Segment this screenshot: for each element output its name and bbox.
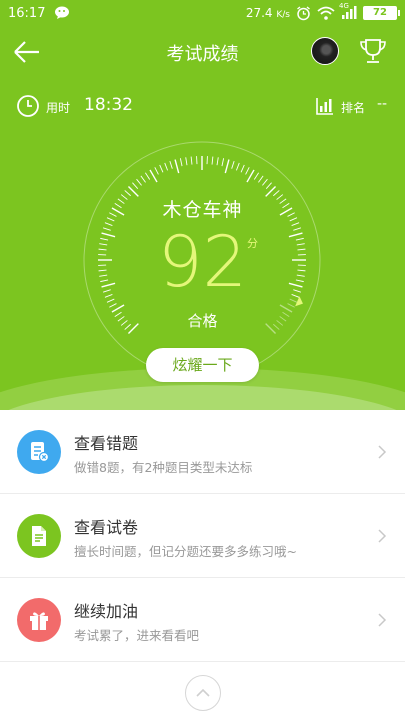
wrong-questions-icon <box>17 430 61 474</box>
gauge-tick <box>253 172 260 180</box>
gauge-tick <box>185 157 188 166</box>
item-title: 查看试卷 <box>74 518 139 537</box>
stats-row: 用时 18:32 排名 -- <box>0 88 405 124</box>
exam-paper-icon <box>17 514 61 558</box>
gauge-tick <box>262 178 268 186</box>
list-item-exam-paper[interactable]: 查看试卷 擅长时间题，但记分题还要多多练习哦~ <box>0 494 405 578</box>
chevron-right-icon <box>378 529 387 543</box>
gauge-tick <box>136 178 142 186</box>
item-subtitle: 考试累了，进来看看吧 <box>74 628 200 643</box>
gauge-tick <box>265 182 272 189</box>
gauge-tick <box>109 303 117 308</box>
bar-chart-icon <box>316 98 333 115</box>
list-item-wrong-questions[interactable]: 查看错题 做错8题，有2种题目类型未达标 <box>0 410 405 494</box>
gauge-tick <box>211 156 214 165</box>
list-item-keep-going[interactable]: 继续加油 考试累了，进来看看吧 <box>0 578 405 662</box>
status-time: 16:17 <box>8 5 46 21</box>
time-label: 用时 <box>46 101 71 115</box>
chevron-up-icon <box>196 688 210 697</box>
item-title: 查看错题 <box>74 434 139 453</box>
gauge-tick <box>164 162 169 171</box>
gift-icon <box>17 598 61 642</box>
gauge-tick <box>287 303 295 308</box>
gauge-tick <box>144 172 151 180</box>
gauge-tick <box>149 169 158 183</box>
network-speed: 27.4 <box>245 6 273 20</box>
avatar[interactable] <box>311 37 339 65</box>
pass-status: 合格 <box>187 312 218 330</box>
gauge-tick <box>140 175 146 183</box>
share-button[interactable]: 炫耀一下 <box>146 348 259 382</box>
gauge-tick <box>231 160 235 169</box>
gauge-tick <box>240 164 245 173</box>
gauge-tick <box>235 162 240 171</box>
rank-label: 排名 <box>341 101 366 115</box>
scroll-up-button[interactable] <box>185 675 221 711</box>
signal-icon: 4G <box>339 2 357 20</box>
score-value: 92 <box>157 221 248 303</box>
item-subtitle: 做错8题，有2种题目类型未达标 <box>74 460 253 475</box>
network-type: 4G <box>339 2 349 10</box>
gauge-tick <box>216 157 219 166</box>
gauge-tick <box>258 175 264 183</box>
action-list: 查看错题 做错8题，有2种题目类型未达标 查看试卷 擅长时间题，但记分题还要多多… <box>0 410 405 662</box>
chevron-right-icon <box>378 445 387 459</box>
gauge-tick <box>154 167 159 175</box>
gauge-tick <box>169 160 173 169</box>
exam-result-screen: 16:17 27.4 K/s 4G 72 考试成绩 用时 18:32 排名 --… <box>0 0 405 720</box>
chevron-right-icon <box>378 613 387 627</box>
gauge-tick <box>159 164 164 173</box>
time-value: 18:32 <box>84 95 133 115</box>
page-title: 考试成绩 <box>166 44 239 65</box>
gauge-tick <box>190 156 193 165</box>
result-title: 木仓车神 <box>162 199 243 221</box>
clock-icon <box>17 95 39 117</box>
gauge-tick <box>179 158 183 167</box>
score-unit: 分 <box>247 237 258 250</box>
battery-icon: 72 <box>363 6 400 20</box>
battery-level: 72 <box>373 7 387 18</box>
trophy-button[interactable] <box>358 36 388 66</box>
rank-value: -- <box>377 96 388 112</box>
gauge-tick <box>224 159 230 174</box>
trophy-icon <box>360 39 386 63</box>
gauge-tick <box>132 182 139 189</box>
gauge-tick <box>174 159 180 174</box>
network-unit: K/s <box>276 10 290 20</box>
wifi-icon <box>317 6 335 20</box>
status-bar: 16:17 27.4 K/s 4G 72 <box>0 0 405 26</box>
item-title: 继续加油 <box>74 602 139 621</box>
title-bar: 考试成绩 <box>0 26 405 78</box>
gauge-tick <box>245 167 250 175</box>
item-subtitle: 擅长时间题，但记分题还要多多练习哦~ <box>74 544 297 559</box>
gauge-tick <box>246 169 255 183</box>
alarm-icon <box>296 5 311 21</box>
wechat-icon <box>55 6 73 20</box>
gauge-tick <box>221 158 225 167</box>
